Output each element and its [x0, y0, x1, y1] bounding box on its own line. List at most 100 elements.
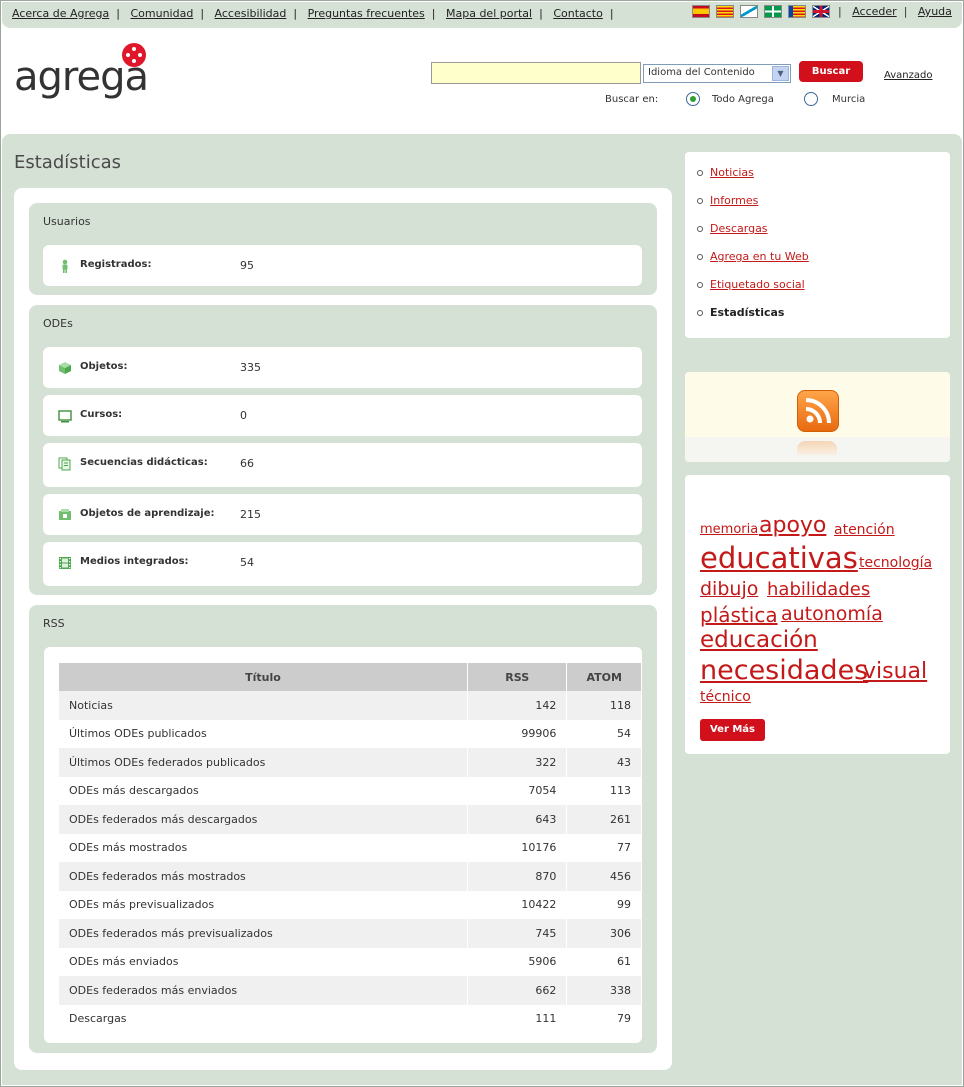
- flag-va-icon[interactable]: [788, 5, 806, 18]
- stat-row-medios: Medios integrados: 54: [43, 542, 642, 586]
- sidebar-item-agrega-web: Agrega en tu Web: [697, 250, 809, 278]
- scope-label-todo: Todo Agrega: [712, 94, 774, 105]
- tag-link[interactable]: atención: [834, 522, 895, 538]
- cell-titulo: ODEs más descargados: [59, 776, 468, 805]
- tag-link[interactable]: memoria: [700, 522, 758, 537]
- cell-atom: 261: [566, 805, 642, 834]
- flag-ca-icon[interactable]: [716, 5, 734, 18]
- cell-titulo: ODEs federados más descargados: [59, 805, 468, 834]
- table-row: Descargas 111 79: [59, 1004, 642, 1033]
- nav-faq-link[interactable]: Preguntas frecuentes: [308, 7, 425, 20]
- tag-link[interactable]: tecnología: [859, 555, 932, 571]
- table-row: ODEs federados más descargados 643 261: [59, 805, 642, 834]
- logo-mark-icon: [122, 43, 146, 67]
- tag-link[interactable]: necesidades: [700, 655, 868, 686]
- cell-rss: 111: [467, 1004, 568, 1033]
- account-navigation: | Acceder | Ayuda: [838, 5, 952, 18]
- rss-feed-icon[interactable]: [797, 390, 839, 432]
- cell-titulo: ODEs federados más previsualizados: [59, 919, 468, 948]
- table-row: ODEs más enviados 5906 61: [59, 947, 642, 976]
- cell-rss: 10176: [467, 833, 568, 862]
- learning-object-icon: [59, 509, 71, 520]
- table-row: Últimos ODEs federados publicados 322 43: [59, 748, 642, 777]
- cell-atom: 77: [566, 833, 642, 862]
- nav-comunidad-link[interactable]: Comunidad: [130, 7, 193, 20]
- section-title: ODEs: [43, 317, 73, 330]
- cell-rss: 662: [467, 976, 568, 1005]
- sidebar-link[interactable]: Informes: [710, 194, 758, 207]
- sidebar-link[interactable]: Noticias: [710, 166, 754, 179]
- search-in-label: Buscar en:: [605, 94, 659, 105]
- table-row: ODEs federados más previsualizados 745 306: [59, 919, 642, 948]
- ver-mas-button[interactable]: Ver Más: [700, 719, 765, 741]
- cell-rss: 643: [467, 805, 568, 834]
- search-input[interactable]: [431, 62, 641, 84]
- table-row: ODEs federados más enviados 662 338: [59, 976, 642, 1005]
- scope-radio-todo[interactable]: [686, 92, 700, 106]
- tag-link[interactable]: técnico: [700, 689, 751, 705]
- sidebar-current-label: Estadísticas: [710, 306, 785, 319]
- cell-titulo: Noticias: [59, 691, 468, 720]
- tag-link[interactable]: visual: [863, 659, 927, 684]
- nav-accesibilidad-link[interactable]: Accesibilidad: [215, 7, 287, 20]
- film-icon: [59, 557, 71, 569]
- tag-link[interactable]: dibujo: [700, 578, 758, 600]
- cell-rss: 322: [467, 748, 568, 777]
- tag-link[interactable]: apoyo: [759, 513, 826, 538]
- flag-gl-icon[interactable]: [740, 5, 758, 18]
- sidebar-link[interactable]: Agrega en tu Web: [710, 250, 809, 263]
- stat-value: 95: [240, 259, 254, 272]
- sidebar-link[interactable]: Descargas: [710, 222, 768, 235]
- search-button[interactable]: Buscar: [799, 61, 863, 82]
- stat-label: Objetos:: [80, 361, 128, 372]
- flag-en-icon[interactable]: [812, 5, 830, 18]
- user-icon: [62, 259, 68, 273]
- scope-radio-murcia[interactable]: [804, 92, 818, 106]
- section-title: Usuarios: [43, 215, 91, 228]
- monitor-icon: [58, 410, 72, 423]
- flag-eu-icon[interactable]: [764, 5, 782, 18]
- ayuda-link[interactable]: Ayuda: [918, 5, 952, 18]
- nav-mapa-link[interactable]: Mapa del portal: [446, 7, 532, 20]
- cell-titulo: ODEs federados más mostrados: [59, 862, 468, 891]
- stat-row-registrados: Registrados: 95: [43, 245, 642, 286]
- sidebar-item-informes: Informes: [697, 194, 809, 222]
- nav-contacto-link[interactable]: Contacto: [553, 7, 603, 20]
- page-title: Estadísticas: [14, 152, 122, 173]
- table-row: ODEs federados más mostrados 870 456: [59, 862, 642, 891]
- advanced-search-link[interactable]: Avanzado: [884, 70, 932, 81]
- cell-titulo: Últimos ODEs publicados: [59, 719, 468, 748]
- cell-rss: 7054: [467, 776, 568, 805]
- cell-atom: 118: [566, 691, 642, 720]
- cell-atom: 61: [566, 947, 642, 976]
- sidebar-link[interactable]: Etiquetado social: [710, 278, 805, 291]
- cell-titulo: Últimos ODEs federados publicados: [59, 748, 468, 777]
- flag-es-icon[interactable]: [692, 5, 710, 18]
- tag-link[interactable]: educación: [700, 627, 818, 653]
- stat-label: Secuencias didácticas:: [80, 457, 208, 468]
- rss-reflection: [797, 441, 837, 455]
- cell-atom: 306: [566, 919, 642, 948]
- tag-link[interactable]: habilidades: [767, 579, 870, 600]
- acceder-link[interactable]: Acceder: [852, 5, 896, 18]
- table-row: Noticias 142 118: [59, 691, 642, 720]
- rss-table: Título RSS ATOM Noticias 142 118 Últimos OD…: [59, 663, 642, 1033]
- cell-rss: 10422: [467, 890, 568, 919]
- sidebar-item-estadisticas: Estadísticas: [697, 306, 809, 334]
- column-header-rss: RSS: [467, 663, 568, 691]
- tag-link[interactable]: educativas: [700, 541, 858, 575]
- stat-value: 0: [240, 409, 247, 422]
- stat-value: 335: [240, 361, 261, 374]
- language-select[interactable]: Idioma del Contenido ▼: [643, 64, 791, 83]
- cell-atom: 79: [566, 1004, 642, 1033]
- cube-icon: [59, 362, 71, 374]
- stat-value: 66: [240, 457, 254, 470]
- stat-label: Medios integrados:: [80, 556, 189, 567]
- nav-acerca-link[interactable]: Acerca de Agrega: [12, 7, 109, 20]
- cell-titulo: Descargas: [59, 1004, 468, 1033]
- cell-rss: 142: [467, 691, 568, 720]
- section-title: RSS: [43, 617, 65, 630]
- tag-link[interactable]: autonomía: [781, 603, 883, 625]
- cell-titulo: ODEs más previsualizados: [59, 890, 468, 919]
- tag-link[interactable]: plástica: [700, 603, 778, 627]
